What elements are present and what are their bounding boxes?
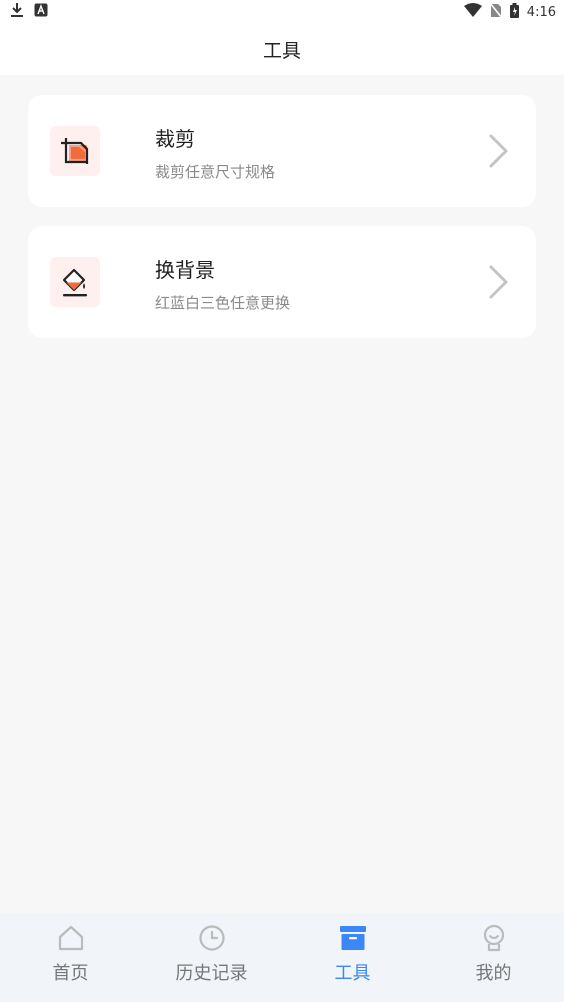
tab-label: 工具 [334,963,371,984]
tool-subtitle: 红蓝白三色任意更换 [155,294,291,312]
tab-label: 首页 [52,963,89,984]
tab-history[interactable]: 历史记录 [141,913,282,1002]
no-sim-icon [489,2,503,22]
status-time: 4:16 [526,4,556,20]
a-badge-icon [34,3,48,21]
status-bar-left [10,2,48,22]
status-bar: 4:16 [0,0,564,24]
tab-label: 历史记录 [175,963,248,984]
tool-title: 裁剪 [155,127,195,151]
tab-profile[interactable]: 我的 [423,913,564,1002]
tool-title: 换背景 [155,258,215,282]
profile-icon [479,923,509,953]
tab-tools[interactable]: 工具 [282,913,423,1002]
tool-subtitle: 裁剪任意尺寸规格 [155,163,276,181]
tab-home[interactable]: 首页 [0,913,141,1002]
toolbox-icon [338,923,368,953]
home-icon [56,923,86,953]
bottom-tab-bar: 首页 历史记录 工具 我的 [0,913,564,1002]
tab-label: 我的 [475,963,512,984]
app-bar: 工具 [0,24,564,75]
download-icon [10,2,24,22]
tool-card-change-background[interactable]: 换背景 红蓝白三色任意更换 [28,226,536,338]
crop-icon [50,126,100,176]
clock-icon [197,923,227,953]
paint-bucket-icon [50,257,100,307]
wifi-icon [463,3,482,21]
tools-list: 裁剪 裁剪任意尺寸规格 换背景 红蓝白三色任意更换 [0,75,564,913]
tool-card-crop[interactable]: 裁剪 裁剪任意尺寸规格 [28,95,536,207]
battery-icon [509,2,519,22]
page-title: 工具 [262,40,301,62]
chevron-right-icon [489,134,508,168]
status-bar-right: 4:16 [463,2,556,22]
chevron-right-icon [489,265,508,299]
